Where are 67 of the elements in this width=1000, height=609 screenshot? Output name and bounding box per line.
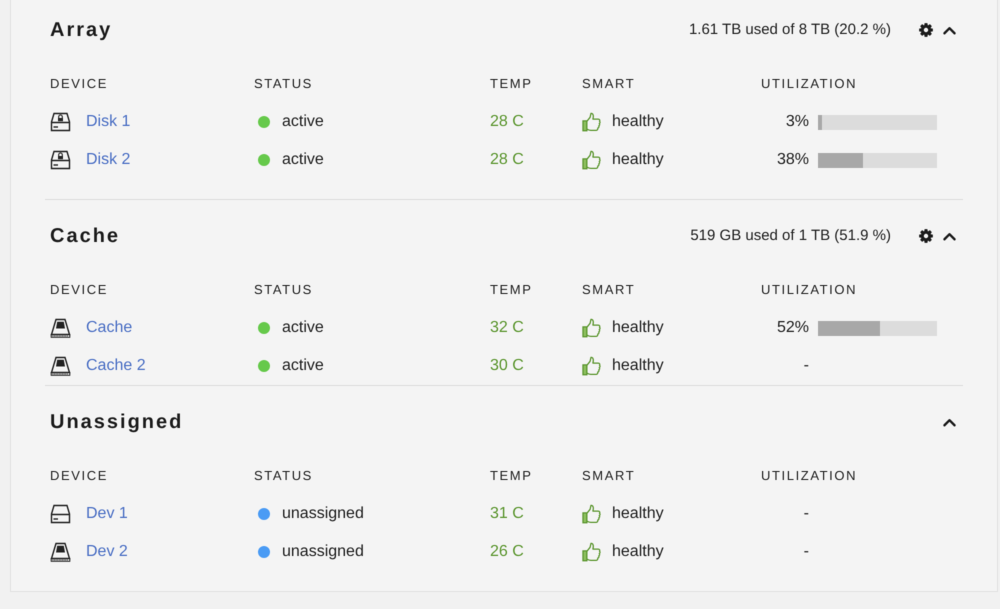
column-header: UTILIZATION bbox=[761, 75, 858, 94]
smart-status-text: healthy bbox=[612, 150, 664, 170]
ssd-drive-icon bbox=[50, 318, 71, 338]
temperature-text: 31 C bbox=[490, 504, 524, 524]
utilization-text: 3% bbox=[786, 113, 809, 130]
status-text: unassigned bbox=[282, 504, 364, 524]
thumbs-up-icon bbox=[582, 318, 601, 338]
column-header: STATUS bbox=[254, 281, 313, 300]
temperature-text: 26 C bbox=[490, 542, 524, 562]
smart-status-text: healthy bbox=[612, 356, 664, 376]
temperature-text: 30 C bbox=[490, 356, 524, 376]
collapse-icon[interactable] bbox=[942, 230, 957, 242]
utilization-text: 38% bbox=[776, 151, 809, 168]
temperature-text: 32 C bbox=[490, 318, 524, 338]
status-text: unassigned bbox=[282, 542, 364, 562]
smart-status-text: healthy bbox=[612, 112, 664, 132]
column-header: SMART bbox=[582, 281, 636, 300]
utilization-text: - bbox=[804, 357, 809, 374]
thumbs-up-icon bbox=[582, 112, 601, 132]
smart-status-text: healthy bbox=[612, 542, 664, 562]
locked-drive-icon bbox=[50, 150, 71, 170]
column-header: DEVICE bbox=[50, 281, 108, 300]
device-link[interactable]: Disk 1 bbox=[86, 110, 130, 134]
usage-text: 1.61 TB used of 8 TB (20.2 %) bbox=[688, 20, 891, 40]
usage-text: 519 GB used of 1 TB (51.9 %) bbox=[690, 226, 891, 246]
status-text: active bbox=[282, 112, 324, 132]
column-header: TEMP bbox=[490, 467, 533, 486]
thumbs-up-icon bbox=[582, 356, 601, 376]
locked-drive-icon bbox=[50, 112, 71, 132]
ssd-drive-icon bbox=[50, 542, 71, 562]
thumbs-up-icon bbox=[582, 150, 601, 170]
collapse-icon[interactable] bbox=[942, 24, 957, 36]
column-header: DEVICE bbox=[50, 467, 108, 486]
device-link[interactable]: Cache 2 bbox=[86, 354, 146, 378]
status-text: active bbox=[282, 356, 324, 376]
device-link[interactable]: Disk 2 bbox=[86, 148, 130, 172]
drive-icon bbox=[50, 504, 71, 524]
column-header: SMART bbox=[582, 467, 636, 486]
column-header: TEMP bbox=[490, 75, 533, 94]
section-title: Cache bbox=[50, 224, 120, 248]
section-title: Array bbox=[50, 18, 112, 42]
temperature-text: 28 C bbox=[490, 150, 524, 170]
device-link[interactable]: Dev 2 bbox=[86, 540, 128, 564]
utilization-text: - bbox=[804, 543, 809, 560]
column-header: TEMP bbox=[490, 281, 533, 300]
settings-icon[interactable] bbox=[919, 23, 933, 37]
column-header: UTILIZATION bbox=[761, 281, 858, 300]
temperature-text: 28 C bbox=[490, 112, 524, 132]
thumbs-up-icon bbox=[582, 542, 601, 562]
utilization-text: - bbox=[804, 505, 809, 522]
column-header: DEVICE bbox=[50, 75, 108, 94]
ssd-drive-icon bbox=[50, 356, 71, 376]
column-header: SMART bbox=[582, 75, 636, 94]
settings-icon[interactable] bbox=[919, 229, 933, 243]
device-link[interactable]: Dev 1 bbox=[86, 502, 128, 526]
device-link[interactable]: Cache bbox=[86, 316, 132, 340]
column-header: STATUS bbox=[254, 467, 313, 486]
collapse-icon[interactable] bbox=[942, 416, 957, 428]
smart-status-text: healthy bbox=[612, 318, 664, 338]
smart-status-text: healthy bbox=[612, 504, 664, 524]
utilization-text: 52% bbox=[776, 319, 809, 336]
column-header: UTILIZATION bbox=[761, 467, 858, 486]
status-text: active bbox=[282, 318, 324, 338]
thumbs-up-icon bbox=[582, 504, 601, 524]
section-title: Unassigned bbox=[50, 410, 184, 434]
column-header: STATUS bbox=[254, 75, 313, 94]
status-text: active bbox=[282, 150, 324, 170]
